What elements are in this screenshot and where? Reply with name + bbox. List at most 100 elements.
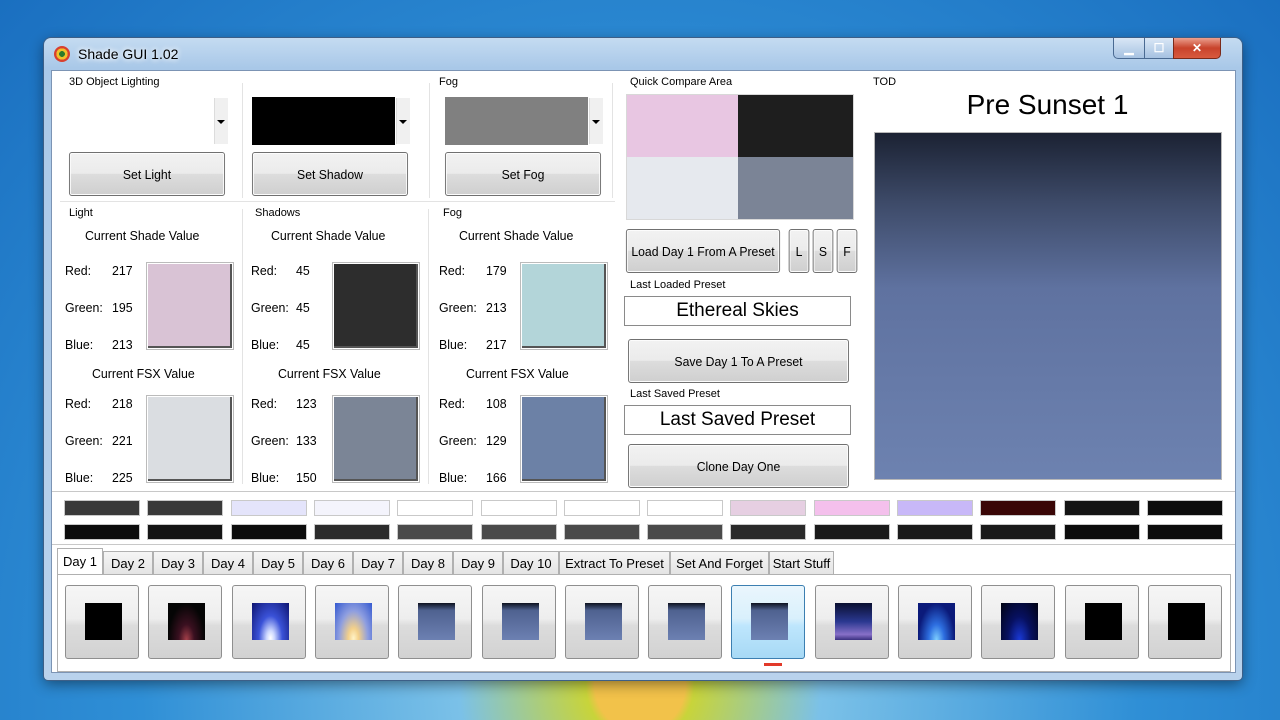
color-strip[interactable] [813, 500, 890, 516]
tab-day-7[interactable]: Day 7 [353, 551, 403, 574]
tab-day-3[interactable]: Day 3 [153, 551, 203, 574]
time-of-day-thumbnail[interactable] [231, 585, 306, 659]
load-preset-button[interactable]: Load Day 1 From A Preset [625, 229, 781, 273]
red-value: 123 [296, 396, 317, 411]
time-of-day-thumbnail[interactable] [65, 585, 139, 659]
color-strip[interactable] [730, 500, 807, 516]
chevron-down-icon[interactable] [399, 120, 407, 124]
time-of-day-thumbnail[interactable] [398, 585, 473, 659]
red-label: Red: [439, 396, 466, 411]
tod-sky-preview [874, 132, 1222, 480]
color-strip[interactable] [897, 524, 973, 540]
clone-day-button[interactable]: Clone Day One [628, 444, 849, 488]
color-strip[interactable] [480, 524, 557, 540]
time-of-day-thumbnail[interactable] [564, 585, 639, 659]
color-strip[interactable] [64, 524, 140, 540]
thumbnail-row [65, 585, 1225, 669]
tab-day-10[interactable]: Day 10 [503, 551, 559, 574]
time-of-day-thumbnail[interactable] [314, 585, 389, 659]
time-of-day-thumbnail[interactable] [1147, 585, 1222, 659]
tab-day-4[interactable]: Day 4 [203, 551, 253, 574]
last-loaded-field[interactable]: Ethereal Skies [624, 296, 851, 326]
blue-label: Blue: [251, 470, 280, 485]
color-strip[interactable] [647, 524, 724, 540]
tab-start-stuff[interactable]: Start Stuff [769, 551, 834, 574]
time-of-day-thumbnail[interactable] [648, 585, 723, 659]
panel-title: Fog [443, 207, 462, 219]
blue-label: Blue: [439, 337, 468, 352]
chevron-down-icon[interactable] [217, 120, 225, 124]
time-of-day-thumbnail[interactable] [981, 585, 1056, 659]
chevron-down-icon[interactable] [592, 120, 600, 124]
group-title-quick-compare: Quick Compare Area [630, 76, 733, 88]
shadow-color-dropdown[interactable] [252, 97, 395, 145]
shade-color-swatch[interactable] [333, 263, 419, 349]
time-of-day-thumbnail[interactable] [731, 585, 806, 659]
last-saved-field[interactable]: Last Saved Preset [624, 405, 851, 435]
set-shadow-button[interactable]: Set Shadow [251, 152, 409, 196]
green-label: Green: [439, 433, 477, 448]
color-strip[interactable] [313, 500, 390, 516]
time-of-day-thumbnail[interactable] [148, 585, 223, 659]
f-button[interactable]: F [836, 229, 858, 273]
color-strip[interactable] [563, 524, 640, 540]
tab-day-1[interactable]: Day 1 [57, 548, 103, 574]
color-strip[interactable] [230, 500, 307, 516]
color-strip[interactable] [64, 500, 140, 516]
save-preset-button[interactable]: Save Day 1 To A Preset [628, 339, 849, 383]
color-strip[interactable] [1146, 500, 1223, 516]
color-strip[interactable] [980, 524, 1057, 540]
color-strip[interactable] [397, 524, 474, 540]
time-of-day-thumbnail[interactable] [814, 585, 889, 659]
minimize-button[interactable]: ▁ [1113, 38, 1145, 59]
color-strip[interactable] [480, 500, 557, 516]
green-label: Green: [65, 300, 103, 315]
red-value: 45 [296, 263, 310, 278]
tab-content [57, 574, 1231, 672]
client-area: 3D Object Lighting Fog Set Light Set Sha… [51, 70, 1236, 673]
set-fog-button[interactable]: Set Fog [444, 152, 602, 196]
maximize-button[interactable]: ☐ [1144, 38, 1174, 59]
color-strip[interactable] [980, 500, 1057, 516]
color-strip[interactable] [313, 524, 390, 540]
color-strip[interactable] [147, 524, 224, 540]
tab-day-9[interactable]: Day 9 [453, 551, 503, 574]
tab-day-8[interactable]: Day 8 [403, 551, 453, 574]
s-button[interactable]: S [812, 229, 834, 273]
sky-preview-icon [668, 603, 706, 640]
color-strip[interactable] [147, 500, 224, 516]
tab-set-and-forget[interactable]: Set And Forget [670, 551, 769, 574]
compare-shadow-fsx [738, 157, 853, 219]
title-bar[interactable]: Shade GUI 1.02 ▁ ☐ ✕ [44, 38, 1242, 70]
time-of-day-thumbnail[interactable] [1064, 585, 1139, 659]
l-button[interactable]: L [788, 229, 810, 273]
time-of-day-thumbnail[interactable] [481, 585, 556, 659]
color-strip[interactable] [813, 524, 890, 540]
color-strip[interactable] [1063, 500, 1140, 516]
red-value: 108 [486, 396, 507, 411]
tab-extract-to-preset[interactable]: Extract To Preset [559, 551, 670, 574]
fog-color-dropdown[interactable] [445, 97, 588, 145]
sky-preview-icon [168, 603, 206, 640]
fsx-color-swatch[interactable] [333, 396, 419, 482]
color-strip[interactable] [230, 524, 307, 540]
color-strip[interactable] [730, 524, 807, 540]
tab-day-6[interactable]: Day 6 [303, 551, 353, 574]
fsx-color-swatch[interactable] [521, 396, 607, 482]
time-of-day-thumbnail[interactable] [898, 585, 972, 659]
sky-preview-icon [1084, 603, 1122, 640]
set-light-button[interactable]: Set Light [68, 152, 226, 196]
tab-day-5[interactable]: Day 5 [253, 551, 303, 574]
fsx-color-swatch[interactable] [147, 396, 233, 482]
color-strip[interactable] [1063, 524, 1140, 540]
tab-day-2[interactable]: Day 2 [103, 551, 153, 574]
color-strip[interactable] [1146, 524, 1223, 540]
color-strip[interactable] [397, 500, 474, 516]
shade-color-swatch[interactable] [147, 263, 233, 349]
color-strip[interactable] [563, 500, 640, 516]
color-strip[interactable] [647, 500, 724, 516]
close-button[interactable]: ✕ [1173, 38, 1221, 59]
shade-color-swatch[interactable] [521, 263, 607, 349]
quick-compare-area [626, 94, 854, 220]
color-strip[interactable] [897, 500, 973, 516]
